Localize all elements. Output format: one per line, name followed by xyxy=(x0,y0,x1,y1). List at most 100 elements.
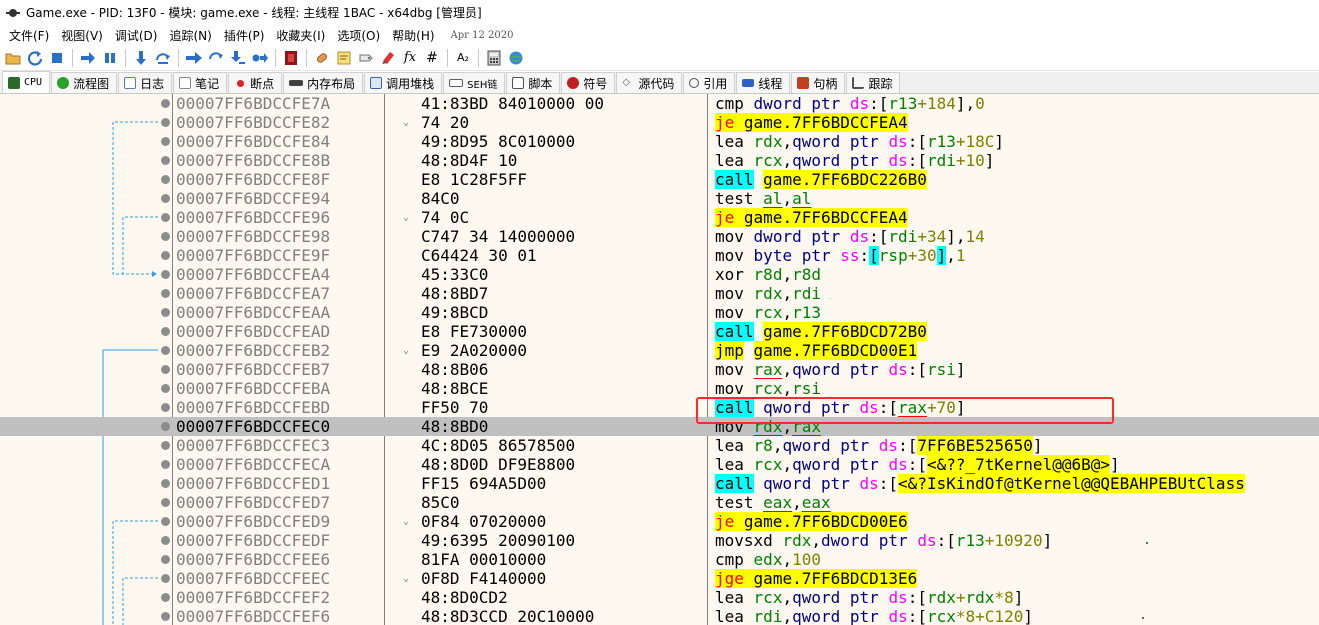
tab-graph[interactable]: 流程图 xyxy=(51,72,118,93)
breakpoint-marker[interactable] xyxy=(161,99,170,108)
instruction-row[interactable]: 00007FF6BDCCFED7 85C0 test eax,eax xyxy=(0,493,1319,512)
breakpoint-marker[interactable] xyxy=(161,156,170,165)
breakpoint-marker[interactable] xyxy=(161,213,170,222)
breakpoint-marker[interactable] xyxy=(161,194,170,203)
breakpoint-marker[interactable] xyxy=(161,232,170,241)
instruction-row[interactable]: 00007FF6BDCCFECA 48:8D0D DF9E8800 lea rcx… xyxy=(0,455,1319,474)
instruction-row[interactable]: 00007FF6BDCCFEA7 48:8BD7 mov rdx,rdi xyxy=(0,284,1319,303)
instruction-row[interactable]: 00007FF6BDCCFEE6 81FA 00010000 cmp edx,10… xyxy=(0,550,1319,569)
instruction-row[interactable]: 00007FF6BDCCFE98 C747 34 14000000 mov dwo… xyxy=(0,227,1319,246)
open-icon[interactable] xyxy=(3,48,23,68)
instruction-row[interactable]: 00007FF6BDCCFEAD E8 FE730000 call game.7F… xyxy=(0,322,1319,341)
breakpoint-marker[interactable] xyxy=(161,517,170,526)
menu-trace[interactable]: 追踪(N) xyxy=(163,27,217,44)
instruction-row[interactable]: 00007FF6BDCCFE84 49:8D95 8C010000 lea rdx… xyxy=(0,132,1319,151)
tab-call-stack[interactable]: 调用堆栈 xyxy=(364,72,443,93)
tab-memory-map[interactable]: 内存布局 xyxy=(283,72,364,93)
tab-breakpoints[interactable]: 断点 xyxy=(228,72,283,93)
tab-symbols[interactable]: 符号 xyxy=(561,72,616,93)
menu-plugins[interactable]: 插件(P) xyxy=(218,27,271,44)
menu-file[interactable]: 文件(F) xyxy=(3,27,55,44)
instruction-row[interactable]: 00007FF6BDCCFEAA 49:8BCD mov rcx,r13 xyxy=(0,303,1319,322)
menu-view[interactable]: 视图(V) xyxy=(55,27,109,44)
restart-icon[interactable] xyxy=(25,48,45,68)
menu-options[interactable]: 选项(O) xyxy=(331,27,386,44)
about-icon[interactable] xyxy=(506,48,526,68)
step-over-icon[interactable] xyxy=(153,48,173,68)
label-icon[interactable] xyxy=(356,48,376,68)
calculator-icon[interactable] xyxy=(484,48,504,68)
breakpoint-marker[interactable] xyxy=(161,270,170,279)
stop-icon[interactable] xyxy=(47,48,67,68)
step-into-icon[interactable] xyxy=(131,48,151,68)
instruction-row[interactable]: 00007FF6BDCCFEBA 48:8BCE mov rcx,rsi xyxy=(0,379,1319,398)
breakpoint-marker[interactable] xyxy=(161,118,170,127)
breakpoint-marker[interactable] xyxy=(161,308,170,317)
breakpoint-marker[interactable] xyxy=(161,403,170,412)
breakpoint-marker[interactable] xyxy=(161,137,170,146)
breakpoint-marker[interactable] xyxy=(161,251,170,260)
instruction-row[interactable]: 00007FF6BDCCFE7A 41:83BD 84010000 00 cmp … xyxy=(0,94,1319,113)
tab-notes[interactable]: 笔记 xyxy=(173,72,228,93)
instruction-row[interactable]: 00007FF6BDCCFE8F E8 1C28F5FF call game.7F… xyxy=(0,170,1319,189)
bookmark-icon[interactable] xyxy=(378,48,398,68)
breakpoint-marker[interactable] xyxy=(161,460,170,469)
instruction-row[interactable]: 00007FF6BDCCFEA4 45:33C0 xor r8d,r8d xyxy=(0,265,1319,284)
instruction-row[interactable]: 00007FF6BDCCFED9 ⌄ 0F84 07020000 je game.7… xyxy=(0,512,1319,531)
breakpoint-marker[interactable] xyxy=(161,612,170,621)
breakpoint-marker[interactable] xyxy=(161,593,170,602)
disassembly-view[interactable]: 00007FF6BDCCFE7A 41:83BD 84010000 00 cmp … xyxy=(0,94,1319,625)
font-size-icon[interactable]: A₂ xyxy=(453,48,473,68)
instruction-row[interactable]: 00007FF6BDCCFEF2 48:8D0CD2 lea rcx,qword … xyxy=(0,588,1319,607)
tab-cpu[interactable]: CPU xyxy=(2,71,51,93)
trace-over-icon[interactable] xyxy=(206,48,226,68)
breakpoint-marker[interactable] xyxy=(161,327,170,336)
menu-help[interactable]: 帮助(H) xyxy=(386,27,440,44)
instruction-row[interactable]: 00007FF6BDCCFEDF 49:6395 20090100 movsxd … xyxy=(0,531,1319,550)
tab-references[interactable]: 引用 xyxy=(683,72,736,93)
pause-icon[interactable] xyxy=(100,48,120,68)
breakpoint-marker[interactable] xyxy=(161,441,170,450)
breakpoint-marker[interactable] xyxy=(161,384,170,393)
breakpoint-marker[interactable] xyxy=(161,574,170,583)
trace-into-icon[interactable] xyxy=(184,48,204,68)
instruction-row[interactable]: 00007FF6BDCCFE94 84C0 test al,al xyxy=(0,189,1319,208)
tab-script[interactable]: 脚本 xyxy=(506,72,561,93)
breakpoint-marker[interactable] xyxy=(161,289,170,298)
breakpoint-marker[interactable] xyxy=(161,365,170,374)
breakpoint-marker[interactable] xyxy=(161,498,170,507)
breakpoint-marker[interactable] xyxy=(161,175,170,184)
patch-icon[interactable] xyxy=(312,48,332,68)
instruction-row[interactable]: 00007FF6BDCCFE8B 48:8D4F 10 lea rcx,qword… xyxy=(0,151,1319,170)
run-icon[interactable] xyxy=(78,48,98,68)
instruction-row[interactable]: 00007FF6BDCCFE82 ⌄ 74 20 je game.7FF6BDCCF… xyxy=(0,113,1319,132)
function-icon[interactable]: fx xyxy=(400,48,420,68)
menu-favourites[interactable]: 收藏夹(I) xyxy=(270,27,331,44)
instruction-row[interactable]: 00007FF6BDCCFEB7 48:8B06 mov rax,qword pt… xyxy=(0,360,1319,379)
run-to-user-code-icon[interactable] xyxy=(250,48,270,68)
hash-icon[interactable]: # xyxy=(422,48,442,68)
tab-trace[interactable]: 跟踪 xyxy=(846,72,901,93)
tab-handles[interactable]: 句柄 xyxy=(791,72,846,93)
instruction-row[interactable]: 00007FF6BDCCFEBD FF50 70 call qword ptr d… xyxy=(0,398,1319,417)
tab-threads[interactable]: 线程 xyxy=(736,72,791,93)
menu-debug[interactable]: 调试(D) xyxy=(109,27,164,44)
breakpoint-marker[interactable] xyxy=(161,346,170,355)
breakpoint-marker[interactable] xyxy=(161,479,170,488)
comment-icon[interactable] xyxy=(334,48,354,68)
instruction-row-selected[interactable]: 00007FF6BDCCFEC0 48:8BD0 mov rdx,rax xyxy=(0,417,1319,436)
instruction-row[interactable]: 00007FF6BDCCFEF6 48:8D3CCD 20C10000 lea r… xyxy=(0,607,1319,625)
scylla-icon[interactable] xyxy=(281,48,301,68)
tab-seh-chain[interactable]: SEH链 xyxy=(443,72,506,93)
instruction-row[interactable]: 00007FF6BDCCFEEC ⌄ 0F8D F4140000 jge game.… xyxy=(0,569,1319,588)
instruction-row[interactable]: 00007FF6BDCCFEB2 ⌄ E9 2A020000 jmp game.7F… xyxy=(0,341,1319,360)
instruction-row[interactable]: 00007FF6BDCCFED1 FF15 694A5D00 call qword… xyxy=(0,474,1319,493)
breakpoint-marker[interactable] xyxy=(161,422,170,431)
instruction-row[interactable]: 00007FF6BDCCFE9F C64424 30 01 mov byte pt… xyxy=(0,246,1319,265)
instruction-row[interactable]: 00007FF6BDCCFEC3 4C:8D05 86578500 lea r8,… xyxy=(0,436,1319,455)
breakpoint-marker[interactable] xyxy=(161,555,170,564)
breakpoint-marker[interactable] xyxy=(161,536,170,545)
execute-till-return-icon[interactable] xyxy=(228,48,248,68)
tab-log[interactable]: 日志 xyxy=(118,72,173,93)
instruction-row[interactable]: 00007FF6BDCCFE96 ⌄ 74 0C je game.7FF6BDCCF… xyxy=(0,208,1319,227)
